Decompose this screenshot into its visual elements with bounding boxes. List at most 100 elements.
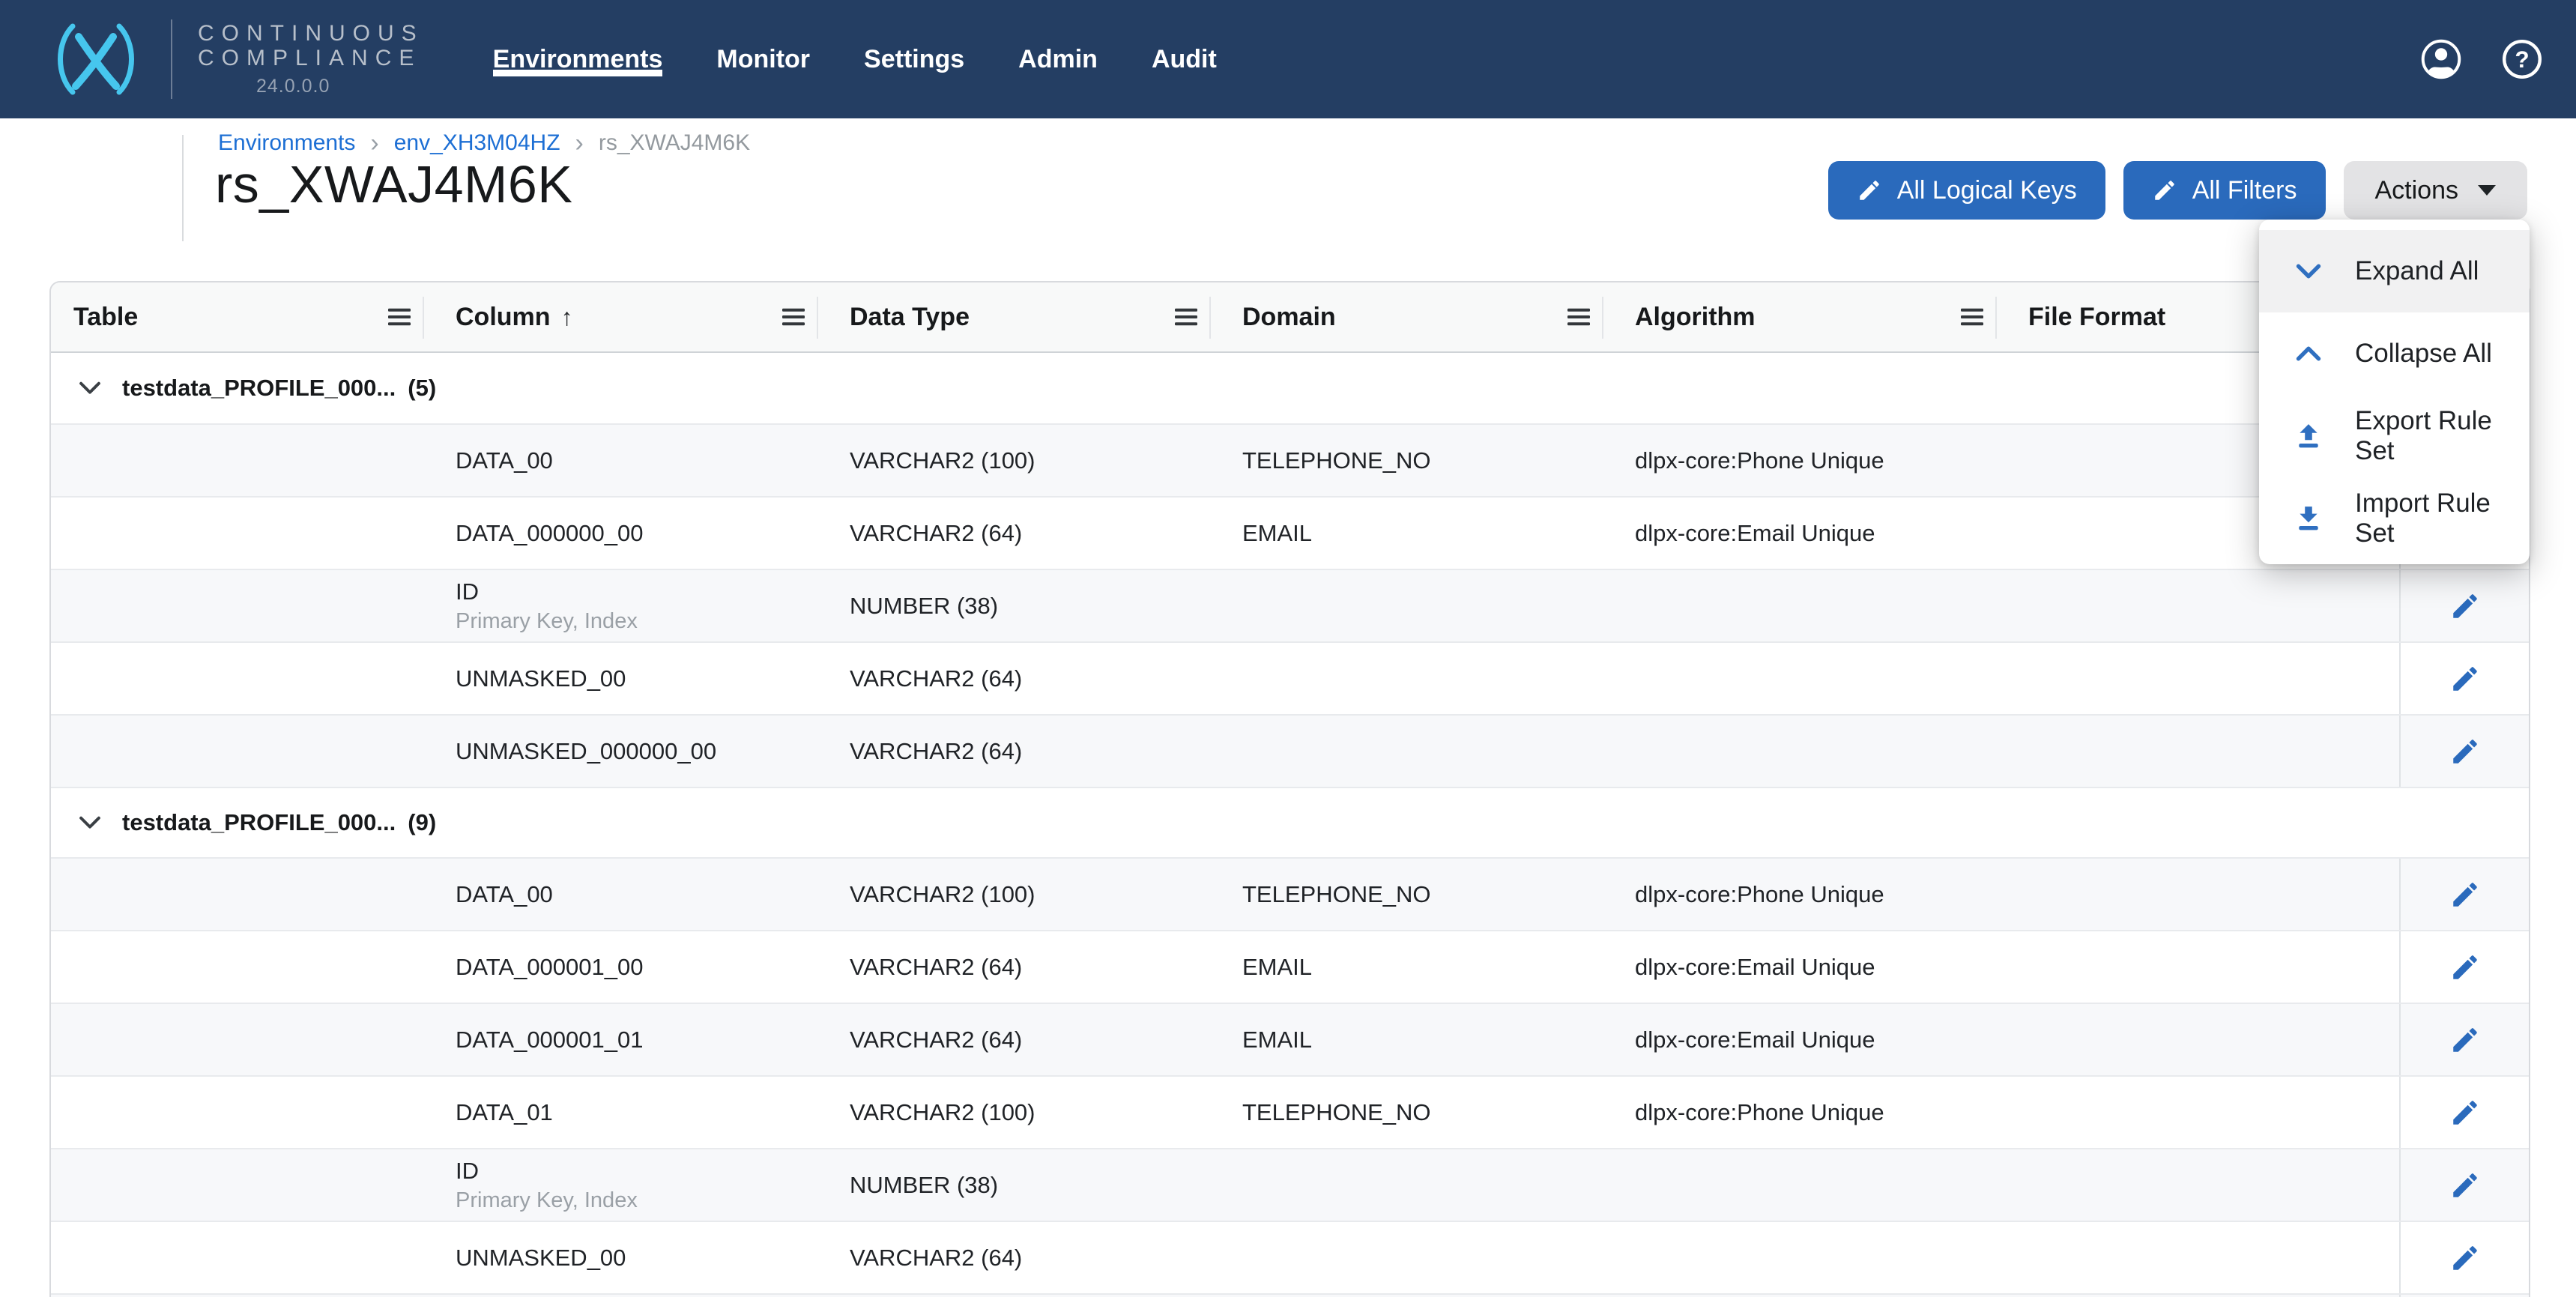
pencil-icon: [1857, 178, 1882, 203]
column-header-algorithm-label: Algorithm: [1635, 303, 1756, 332]
group-column-count: (5): [408, 375, 436, 402]
help-icon[interactable]: ?: [2501, 38, 2543, 80]
nav-item-admin[interactable]: Admin: [1018, 0, 1098, 118]
edit-pencil-icon[interactable]: [2449, 736, 2481, 767]
cell-domain: EMAIL: [1211, 498, 1603, 569]
cell-algorithm: [1603, 643, 1997, 714]
cell-edit: [2399, 1149, 2529, 1221]
menu-item-expand-all[interactable]: Expand All: [2259, 230, 2530, 312]
cell-table: [51, 1149, 424, 1221]
nav-item-monitor[interactable]: Monitor: [716, 0, 810, 118]
nav-item-audit[interactable]: Audit: [1152, 0, 1217, 118]
table-body: testdata_PROFILE_000...(5)DATA_00VARCHAR…: [51, 353, 2529, 1297]
edit-pencil-icon[interactable]: [2449, 590, 2481, 622]
cell-algorithm: dlpx-core:Email Unique: [1603, 1004, 1997, 1075]
table-row: UNMASKED_000000_00VARCHAR2 (64): [51, 714, 2529, 787]
cell-edit: [2399, 1077, 2529, 1148]
cell-data-type: VARCHAR2 (64): [818, 931, 1211, 1003]
breadcrumb-environment[interactable]: env_XH3M04HZ: [394, 130, 560, 156]
column-menu-icon[interactable]: [1175, 308, 1197, 326]
table-group-row[interactable]: testdata_PROFILE_000...(9): [51, 787, 2529, 857]
edit-pencil-icon[interactable]: [2449, 1097, 2481, 1128]
nav-item-settings[interactable]: Settings: [864, 0, 964, 118]
edit-pencil-icon[interactable]: [2449, 1242, 2481, 1274]
menu-item-export-rule-set[interactable]: Export Rule Set: [2259, 395, 2530, 477]
nav-item-environments[interactable]: Environments: [493, 0, 663, 118]
cell-data-type: VARCHAR2 (100): [818, 859, 1211, 930]
actions-button[interactable]: Actions: [2344, 161, 2528, 220]
table-row: ID Primary Key, IndexNUMBER (38): [51, 569, 2529, 641]
chevron-down-icon[interactable]: [79, 381, 101, 395]
breadcrumb-environments[interactable]: Environments: [218, 130, 355, 156]
table-row: UNMASKED_00VARCHAR2 (64): [51, 1221, 2529, 1293]
group-column-count: (9): [408, 809, 436, 836]
breadcrumb-separator-icon: ›: [370, 132, 378, 154]
edit-pencil-icon[interactable]: [2449, 663, 2481, 695]
user-account-icon[interactable]: [2420, 38, 2462, 80]
column-note: Primary Key, Index: [456, 1188, 818, 1213]
cell-column: DATA_00: [424, 859, 818, 930]
app-version: 24.0.0.0: [198, 76, 424, 97]
edit-pencil-icon[interactable]: [2449, 879, 2481, 910]
header-divider: [182, 135, 184, 241]
cell-table: [51, 1077, 424, 1148]
cell-table: [51, 1222, 424, 1293]
cell-edit: [2399, 643, 2529, 714]
main-nav: Environments Monitor Settings Admin Audi…: [493, 0, 1217, 118]
chevron-down-icon[interactable]: [79, 816, 101, 829]
svg-text:?: ?: [2515, 46, 2529, 73]
column-header-table[interactable]: Table: [51, 282, 424, 351]
cell-table: [51, 931, 424, 1003]
cell-edit: [2399, 716, 2529, 787]
table-row: UNMASKED_00VARCHAR2 (64): [51, 641, 2529, 714]
column-menu-icon[interactable]: [1567, 308, 1590, 326]
cell-column: DATA_000001_00: [424, 931, 818, 1003]
cell-data-type: NUMBER (38): [818, 1149, 1211, 1221]
cell-table: [51, 498, 424, 569]
cell-data-type: VARCHAR2 (64): [818, 1004, 1211, 1075]
export-icon: [2294, 421, 2323, 451]
all-filters-button[interactable]: All Filters: [2123, 161, 2326, 220]
cell-algorithm: [1603, 1149, 1997, 1221]
column-menu-icon[interactable]: [782, 308, 805, 326]
cell-file-format: [1997, 716, 2399, 787]
cell-column: DATA_000001_01: [424, 1004, 818, 1075]
cell-file-format: [1997, 931, 2399, 1003]
cell-edit: [2399, 570, 2529, 641]
column-header-data-type[interactable]: Data Type: [818, 282, 1211, 351]
column-name: DATA_00: [456, 447, 818, 474]
table-group-row[interactable]: testdata_PROFILE_000...(5): [51, 353, 2529, 423]
column-header-column-label: Column: [456, 303, 551, 332]
menu-item-collapse-all[interactable]: Collapse All: [2259, 312, 2530, 395]
cell-algorithm: dlpx-core:Email Unique: [1603, 498, 1997, 569]
cell-data-type: VARCHAR2 (64): [818, 1222, 1211, 1293]
all-logical-keys-button[interactable]: All Logical Keys: [1828, 161, 2105, 220]
cell-domain: [1211, 1149, 1603, 1221]
menu-item-import-rule-set[interactable]: Import Rule Set: [2259, 477, 2530, 560]
edit-pencil-icon[interactable]: [2449, 1170, 2481, 1201]
cell-column: UNMASKED_000000_00: [424, 716, 818, 787]
column-name: DATA_01: [456, 1099, 818, 1126]
column-header-domain[interactable]: Domain: [1211, 282, 1603, 351]
column-name: ID: [456, 578, 818, 605]
cell-table: [51, 859, 424, 930]
cell-data-type: NUMBER (38): [818, 570, 1211, 641]
cell-table: [51, 643, 424, 714]
cell-data-type: VARCHAR2 (64): [818, 716, 1211, 787]
cell-table: [51, 1004, 424, 1075]
column-menu-icon[interactable]: [1961, 308, 1983, 326]
column-header-column[interactable]: Column ↑: [424, 282, 818, 351]
column-menu-icon[interactable]: [388, 308, 411, 326]
cell-algorithm: [1603, 570, 1997, 641]
cell-domain: EMAIL: [1211, 1004, 1603, 1075]
all-filters-label: All Filters: [2192, 176, 2297, 205]
cell-algorithm: dlpx-core:Email Unique: [1603, 931, 1997, 1003]
column-header-algorithm[interactable]: Algorithm: [1603, 282, 1997, 351]
page-header: Back Environments › env_XH3M04HZ › rs_XW…: [0, 118, 2576, 281]
column-name: DATA_000001_00: [456, 954, 818, 981]
edit-pencil-icon[interactable]: [2449, 1024, 2481, 1056]
edit-pencil-icon[interactable]: [2449, 952, 2481, 983]
column-note: Primary Key, Index: [456, 609, 818, 634]
column-name: UNMASKED_00: [456, 665, 818, 692]
breadcrumb-separator-icon: ›: [575, 132, 584, 154]
